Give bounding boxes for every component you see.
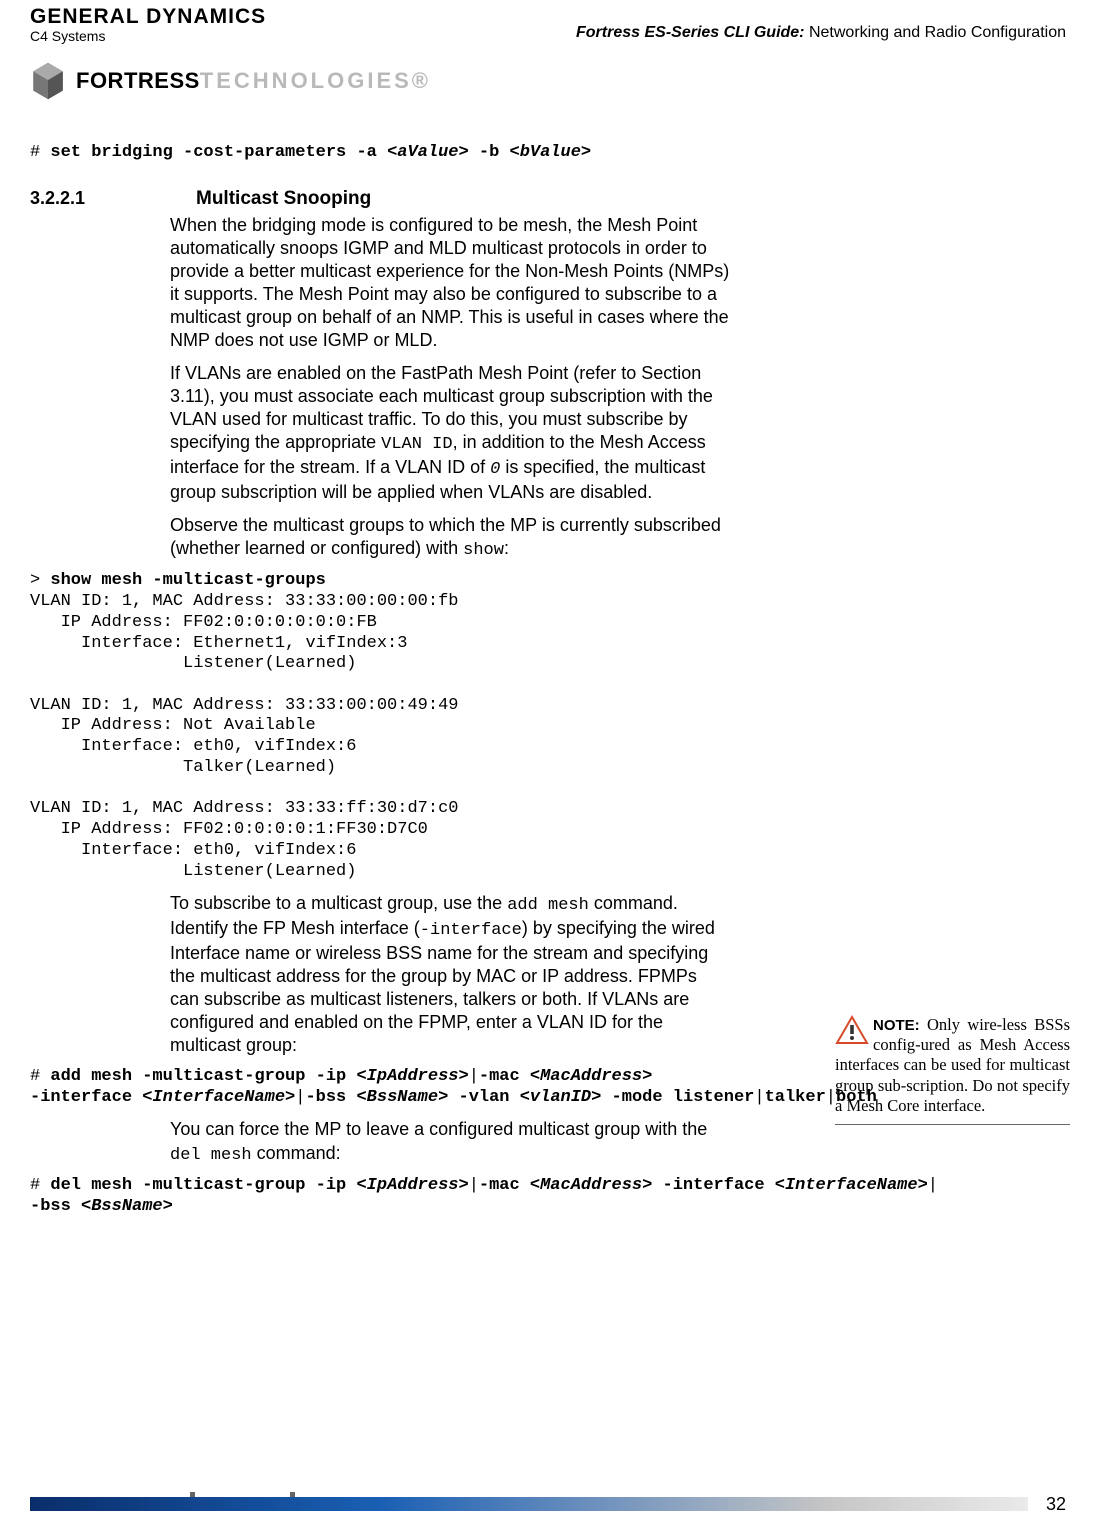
text: :: [504, 538, 509, 558]
cli-cmd: show mesh -multicast-groups: [50, 571, 325, 590]
inline-code: add mesh: [507, 896, 589, 915]
inline-code: show: [463, 541, 504, 560]
cli-cmd: set bridging -cost-parameters -a: [50, 143, 387, 162]
cli-arg: <MacAddress>: [530, 1067, 652, 1086]
cli-cmd: add mesh -multicast-group -ip: [50, 1067, 356, 1086]
paragraph: Observe the multicast groups to which th…: [170, 514, 730, 562]
footer-dot: [190, 1492, 195, 1497]
body-column: To subscribe to a multicast group, use t…: [170, 892, 730, 1057]
cli-del-mesh: # del mesh -multicast-group -ip <IpAddre…: [30, 1176, 1066, 1217]
fortress-word-bold: FORTRESS: [76, 68, 200, 93]
footer-bar: [30, 1497, 1028, 1511]
cli-arg: <InterfaceName>: [142, 1088, 295, 1107]
fortress-wordmark: FORTRESSTECHNOLOGIES®: [76, 68, 431, 94]
cli-cmd: -bss: [30, 1197, 81, 1216]
text: command:: [252, 1143, 341, 1163]
text: To subscribe to a multicast group, use t…: [170, 893, 507, 913]
header: GENERAL DYNAMICS C4 Systems Fortress ES-…: [30, 0, 1066, 43]
inline-code: VLAN ID: [381, 435, 452, 454]
cli-prompt: #: [30, 1176, 50, 1195]
fortress-logo: FORTRESSTECHNOLOGIES®: [30, 61, 1066, 101]
section-title: Multicast Snooping: [196, 188, 371, 210]
pipe: |: [754, 1088, 764, 1107]
hex-icon: [30, 61, 66, 101]
gd-logo-line1: GENERAL DYNAMICS: [30, 6, 266, 27]
pipe: |: [469, 1067, 479, 1086]
cli-arg: <BssName>: [356, 1088, 448, 1107]
cli-arg: <InterfaceName>: [775, 1176, 928, 1195]
cli-cmd: -mac: [479, 1067, 530, 1086]
doc-title-rest: Networking and Radio Configuration: [805, 24, 1066, 41]
footer-dot: [290, 1492, 295, 1497]
doc-title-bold: Fortress ES-Series CLI Guide:: [576, 24, 805, 41]
pipe: |: [928, 1176, 938, 1195]
cli-cmd: -interface: [652, 1176, 774, 1195]
footer: 32: [30, 1490, 1066, 1518]
cli-prompt: >: [30, 571, 50, 590]
cli-show-output: > show mesh -multicast-groups VLAN ID: 1…: [30, 571, 1066, 882]
warning-triangle-icon: [835, 1015, 869, 1045]
fortress-word-light: TECHNOLOGIES®: [200, 68, 431, 93]
text: Observe the multicast groups to which th…: [170, 515, 721, 558]
cli-cmd: -vlan: [448, 1088, 519, 1107]
section-heading: 3.2.2.1 Multicast Snooping: [30, 188, 1066, 210]
page: GENERAL DYNAMICS C4 Systems Fortress ES-…: [0, 0, 1096, 1526]
cli-arg: <IpAddress>: [356, 1067, 468, 1086]
cli-cmd: -b: [469, 143, 510, 162]
pipe: |: [469, 1176, 479, 1195]
paragraph: To subscribe to a multicast group, use t…: [170, 892, 730, 1057]
cli-arg: <bValue>: [510, 143, 592, 162]
cli-set-bridging: # set bridging -cost-parameters -a <aVal…: [30, 143, 1066, 164]
paragraph: You can force the MP to leave a configur…: [170, 1118, 730, 1166]
cli-cmd: -interface: [30, 1088, 142, 1107]
gd-logo: GENERAL DYNAMICS C4 Systems: [30, 6, 266, 43]
inline-code: del mesh: [170, 1146, 252, 1165]
paragraph: If VLANs are enabled on the FastPath Mes…: [170, 362, 730, 504]
cli-arg: <MacAddress>: [530, 1176, 652, 1195]
inline-code: -interface: [420, 921, 522, 940]
cli-output: VLAN ID: 1, MAC Address: 33:33:00:00:00:…: [30, 592, 458, 881]
note-divider: [835, 1124, 1070, 1125]
pipe: |: [295, 1088, 305, 1107]
text: You can force the MP to leave a configur…: [170, 1119, 707, 1139]
cli-arg: <vlanID>: [520, 1088, 602, 1107]
cli-arg: <BssName>: [81, 1197, 173, 1216]
gd-logo-line2: C4 Systems: [30, 29, 266, 43]
page-number: 32: [1046, 1494, 1066, 1515]
cli-cmd: -bss: [305, 1088, 356, 1107]
doc-title: Fortress ES-Series CLI Guide: Networking…: [576, 24, 1066, 42]
note-box: NOTE: Only wire-less BSSs config-ured as…: [835, 1015, 1070, 1125]
cli-arg: <aValue>: [387, 143, 469, 162]
inline-code: 0: [490, 460, 500, 479]
cli-cmd: del mesh -multicast-group -ip: [50, 1176, 356, 1195]
cli-cmd: -mac: [479, 1176, 530, 1195]
section-number: 3.2.2.1: [30, 188, 140, 209]
cli-cmd: talker: [765, 1088, 826, 1107]
cli-prompt: #: [30, 1067, 50, 1086]
body-column: You can force the MP to leave a configur…: [170, 1118, 730, 1166]
note-label: NOTE:: [873, 1017, 920, 1034]
paragraph: When the bridging mode is configured to …: [170, 214, 730, 352]
cli-cmd: -mode listener: [601, 1088, 754, 1107]
body-column: When the bridging mode is configured to …: [170, 214, 730, 562]
cli-arg: <IpAddress>: [356, 1176, 468, 1195]
note-text: Only wire-less BSSs config-ured as Mesh …: [835, 1015, 1070, 1115]
cli-prompt: #: [30, 143, 50, 162]
